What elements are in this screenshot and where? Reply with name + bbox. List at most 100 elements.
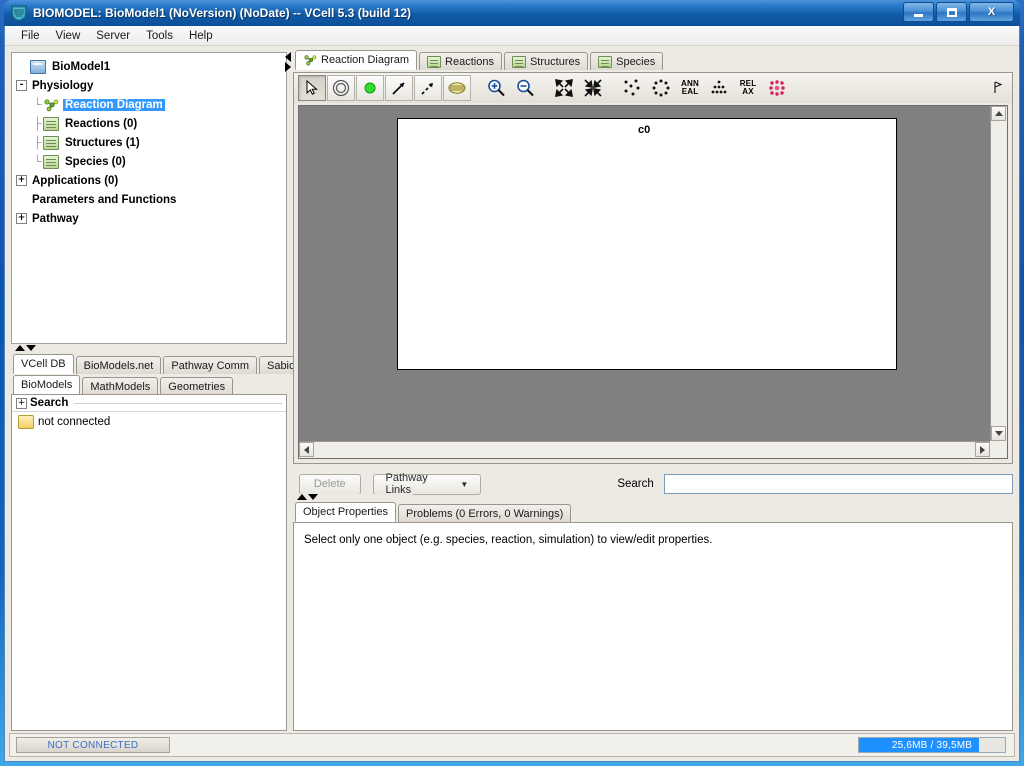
splitter-up-arrow-icon[interactable] (15, 345, 25, 351)
button-label: REL AX (739, 78, 757, 96)
pathway-links-label: Pathway Links (385, 472, 428, 496)
arrow-line-icon (392, 82, 405, 95)
application-window: BIOMODEL: BioModel1 (NoVersion) (NoDate)… (0, 0, 1024, 766)
splitter-down-arrow-icon[interactable] (308, 494, 318, 500)
diagram-canvas[interactable]: c0 (298, 105, 1008, 459)
model-tree-panel[interactable]: BioModel1 - Physiology └ Reaction Diagra… (11, 52, 287, 344)
tree-item-pathway[interactable]: + Pathway (16, 209, 284, 228)
pathway-links-button[interactable]: Pathway Links ▼ (372, 472, 482, 496)
splitter-up-arrow-icon[interactable] (297, 494, 307, 500)
pin-icon[interactable] (992, 81, 1004, 98)
reaction-diagram-panel: ANN EAL REL AX c0 (293, 72, 1013, 464)
tab-biomodels[interactable]: BioModels (13, 375, 81, 395)
delete-button[interactable]: Delete (299, 473, 361, 495)
scroll-left-button[interactable] (299, 442, 314, 457)
tab-problems[interactable]: Problems (0 Errors, 0 Warnings) (397, 504, 572, 522)
tab-mathmodels[interactable]: MathModels (82, 377, 159, 395)
canvas-horizontal-scrollbar[interactable] (299, 441, 990, 458)
tab-reaction-diagram[interactable]: Reaction Diagram (295, 50, 418, 70)
menu-file[interactable]: File (13, 28, 48, 44)
menu-help[interactable]: Help (181, 28, 221, 44)
random-layout-button[interactable] (618, 75, 646, 101)
diagram-canvas-surface[interactable]: c0 (299, 106, 990, 441)
scroll-up-button[interactable] (991, 106, 1006, 121)
compartment-shape[interactable]: c0 (397, 118, 897, 370)
shrink-arrows-icon (584, 79, 602, 97)
membrane-tool-button[interactable] (443, 75, 471, 101)
zoom-in-icon (488, 79, 505, 97)
search-label: Search (617, 478, 654, 490)
tab-vcell-db[interactable]: VCell DB (13, 354, 74, 374)
search-input[interactable] (663, 474, 1013, 494)
right-pane: Reaction Diagram Reactions Structures Sp… (293, 50, 1013, 731)
list-item-label: not connected (38, 415, 111, 428)
close-button[interactable]: X (969, 2, 1014, 22)
species-tool-button[interactable] (356, 75, 384, 101)
book-icon (43, 135, 59, 150)
database-list-item[interactable]: not connected (12, 412, 286, 431)
scroll-right-button[interactable] (975, 442, 990, 457)
tab-label: Species (616, 55, 656, 68)
energy-layout-button[interactable] (763, 75, 791, 101)
tab-pathway-comm[interactable]: Pathway Comm (163, 356, 257, 374)
menu-tools[interactable]: Tools (138, 28, 181, 44)
tab-biomodels-net[interactable]: BioModels.net (75, 356, 162, 374)
memory-gauge[interactable]: 25,6MB / 39,5MB (858, 737, 1006, 753)
flux-tool-button[interactable] (414, 75, 442, 101)
menu-server[interactable]: Server (88, 28, 138, 44)
circle-dots-icon (652, 79, 670, 97)
book-icon (43, 116, 59, 131)
menu-view[interactable]: View (48, 28, 89, 44)
expand-toggle-icon[interactable]: + (16, 213, 27, 224)
tree-item-structures[interactable]: ├ Structures (1) (16, 133, 284, 152)
chevron-down-icon: ▼ (460, 479, 469, 489)
tree-item-reaction-diagram[interactable]: └ Reaction Diagram (16, 95, 284, 114)
maximize-button[interactable] (936, 2, 967, 22)
anneal-layout-button[interactable]: ANN EAL (676, 75, 704, 101)
canvas-vertical-scrollbar[interactable] (990, 106, 1007, 441)
structure-tool-button[interactable] (327, 75, 355, 101)
zoom-out-button[interactable] (511, 75, 539, 101)
grid-dots-icon (711, 80, 727, 94)
tab-reactions[interactable]: Reactions (419, 52, 502, 70)
reaction-tool-button[interactable] (385, 75, 413, 101)
database-tree[interactable]: + Search not connected (11, 394, 287, 731)
circle-layout-button[interactable] (647, 75, 675, 101)
grid-layout-button[interactable] (705, 75, 733, 101)
properties-panel: Object Properties Problems (0 Errors, 0 … (293, 502, 1013, 731)
expand-toggle-icon[interactable]: + (16, 175, 27, 186)
relax-layout-button[interactable]: REL AX (734, 75, 762, 101)
database-search-node[interactable]: + Search (12, 395, 286, 412)
tree-item-biomodel1[interactable]: BioModel1 (16, 57, 284, 76)
tree-item-species[interactable]: └ Species (0) (16, 152, 284, 171)
database-outer-tabs: VCell DB BioModels.net Pathway Comm Sabi… (11, 354, 304, 374)
expand-toggle-icon[interactable]: + (16, 397, 27, 409)
expand-layout-button[interactable] (550, 75, 578, 101)
book-icon (43, 154, 59, 169)
scroll-down-button[interactable] (991, 426, 1006, 441)
collapse-toggle-icon[interactable]: - (16, 80, 27, 91)
shrink-layout-button[interactable] (579, 75, 607, 101)
tab-label: Reactions (445, 55, 494, 68)
tab-structures[interactable]: Structures (503, 52, 589, 70)
tree-item-reactions[interactable]: ├ Reactions (0) (16, 114, 284, 133)
splitter-down-arrow-icon[interactable] (26, 345, 36, 351)
connection-status-button[interactable]: NOT CONNECTED (16, 737, 170, 753)
tab-object-properties[interactable]: Object Properties (295, 502, 396, 522)
select-tool-button[interactable] (298, 75, 326, 101)
tab-geometries[interactable]: Geometries (160, 377, 234, 395)
splitter-right-arrow-icon[interactable] (285, 62, 291, 72)
scrollbar-corner (990, 441, 1007, 458)
compartment-label: c0 (638, 124, 651, 136)
tab-species[interactable]: Species (590, 52, 664, 70)
minimize-button[interactable] (903, 2, 934, 22)
tree-item-parameters-and-functions[interactable]: Parameters and Functions (16, 190, 284, 209)
button-label: ANN EAL (681, 78, 699, 96)
tree-item-physiology[interactable]: - Physiology (16, 76, 284, 95)
expand-arrows-icon (555, 79, 573, 97)
splitter-left-arrow-icon[interactable] (285, 52, 291, 62)
tree-item-applications[interactable]: + Applications (0) (16, 171, 284, 190)
folder-icon (18, 414, 34, 429)
zoom-in-button[interactable] (482, 75, 510, 101)
green-dot-icon (364, 82, 376, 94)
